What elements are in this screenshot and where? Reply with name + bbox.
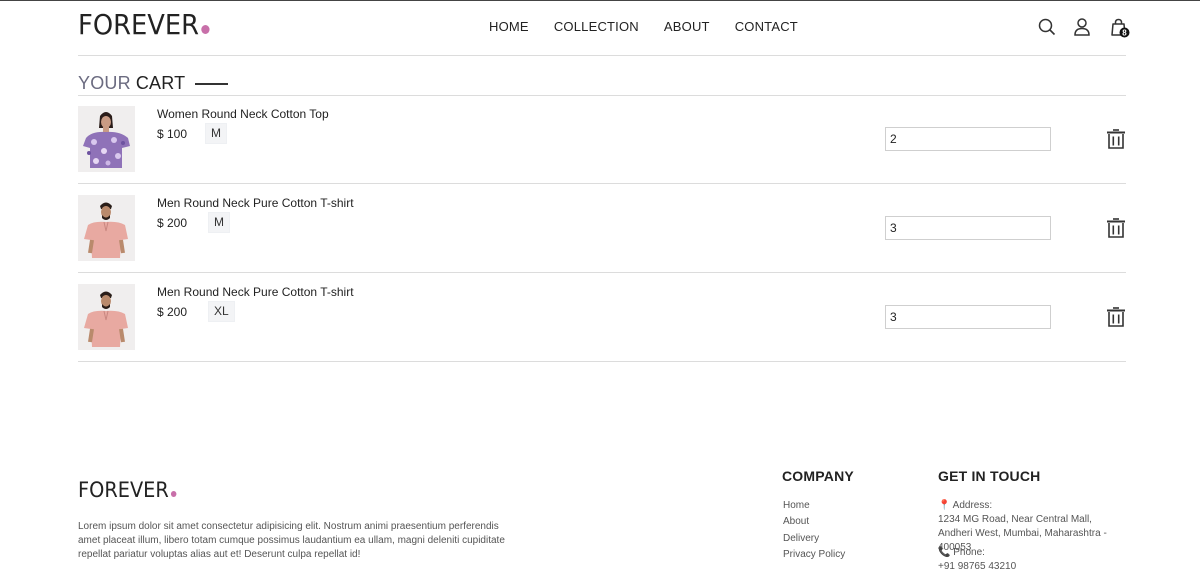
footer-link-delivery[interactable]: Delivery <box>783 533 819 544</box>
product-size: M <box>205 123 227 144</box>
nav-about[interactable]: ABOUT <box>664 19 710 34</box>
title-underline <box>195 82 229 85</box>
footer-link-privacy-policy[interactable]: Privacy Policy <box>783 549 845 560</box>
footer-description: Lorem ipsum dolor sit amet consectetur a… <box>78 521 505 560</box>
cart-item: Women Round Neck Cotton Top $ 100 M <box>78 95 1126 184</box>
phone-number: +91 98765 43210 <box>938 561 1017 572</box>
cart-count-badge: 8 <box>1122 29 1127 38</box>
product-name[interactable]: Men Round Neck Pure Cotton T-shirt <box>157 196 354 210</box>
product-size: M <box>208 212 230 233</box>
nav-collection[interactable]: COLLECTION <box>554 19 639 34</box>
delete-icon[interactable] <box>1106 306 1126 328</box>
quantity-input[interactable] <box>885 305 1051 329</box>
footer-company-heading: COMPANY <box>782 468 854 484</box>
cart-icon[interactable]: 8 <box>1109 17 1130 38</box>
quantity-input[interactable] <box>885 216 1051 240</box>
address-label: 📍 Address: <box>938 500 993 511</box>
product-price: $ 100 <box>157 127 188 141</box>
brand-logo-text: FOREVER <box>78 8 200 41</box>
cart-item: Men Round Neck Pure Cotton T-shirt $ 200… <box>78 184 1126 273</box>
footer-logo-text: FOREVER <box>78 478 169 502</box>
product-image[interactable] <box>78 106 135 172</box>
page-title: YOUR CART <box>78 73 229 94</box>
nav-home[interactable]: HOME <box>489 19 529 34</box>
page-title-part2: CART <box>135 73 186 93</box>
footer-logo-dot <box>170 491 177 497</box>
product-price: $ 200 <box>157 305 188 319</box>
cart-item: Men Round Neck Pure Cotton T-shirt $ 200… <box>78 273 1126 362</box>
user-icon[interactable] <box>1072 17 1092 37</box>
brand-logo[interactable]: FOREVER <box>78 8 210 41</box>
footer-link-about[interactable]: About <box>783 516 809 527</box>
nav-contact[interactable]: CONTACT <box>735 19 798 34</box>
brand-logo-dot <box>200 25 210 34</box>
page-title-part1: YOUR <box>78 73 131 93</box>
phone-label: 📞 Phone: <box>938 547 985 558</box>
site-header: FOREVER HOME COLLECTION ABOUT CONTACT 8 <box>78 1 1130 56</box>
main-nav: HOME COLLECTION ABOUT CONTACT <box>489 19 798 34</box>
delete-icon[interactable] <box>1106 128 1126 150</box>
footer-contact-heading: GET IN TOUCH <box>938 468 1041 484</box>
product-image[interactable] <box>78 284 135 350</box>
product-name[interactable]: Women Round Neck Cotton Top <box>157 107 329 121</box>
search-icon[interactable] <box>1037 17 1057 37</box>
quantity-input[interactable] <box>885 127 1051 151</box>
footer-link-home[interactable]: Home <box>783 500 810 511</box>
product-name[interactable]: Men Round Neck Pure Cotton T-shirt <box>157 285 354 299</box>
product-size: XL <box>208 301 235 322</box>
product-price: $ 200 <box>157 216 188 230</box>
product-image[interactable] <box>78 195 135 261</box>
delete-icon[interactable] <box>1106 217 1126 239</box>
footer-logo[interactable]: FOREVER <box>78 478 177 502</box>
